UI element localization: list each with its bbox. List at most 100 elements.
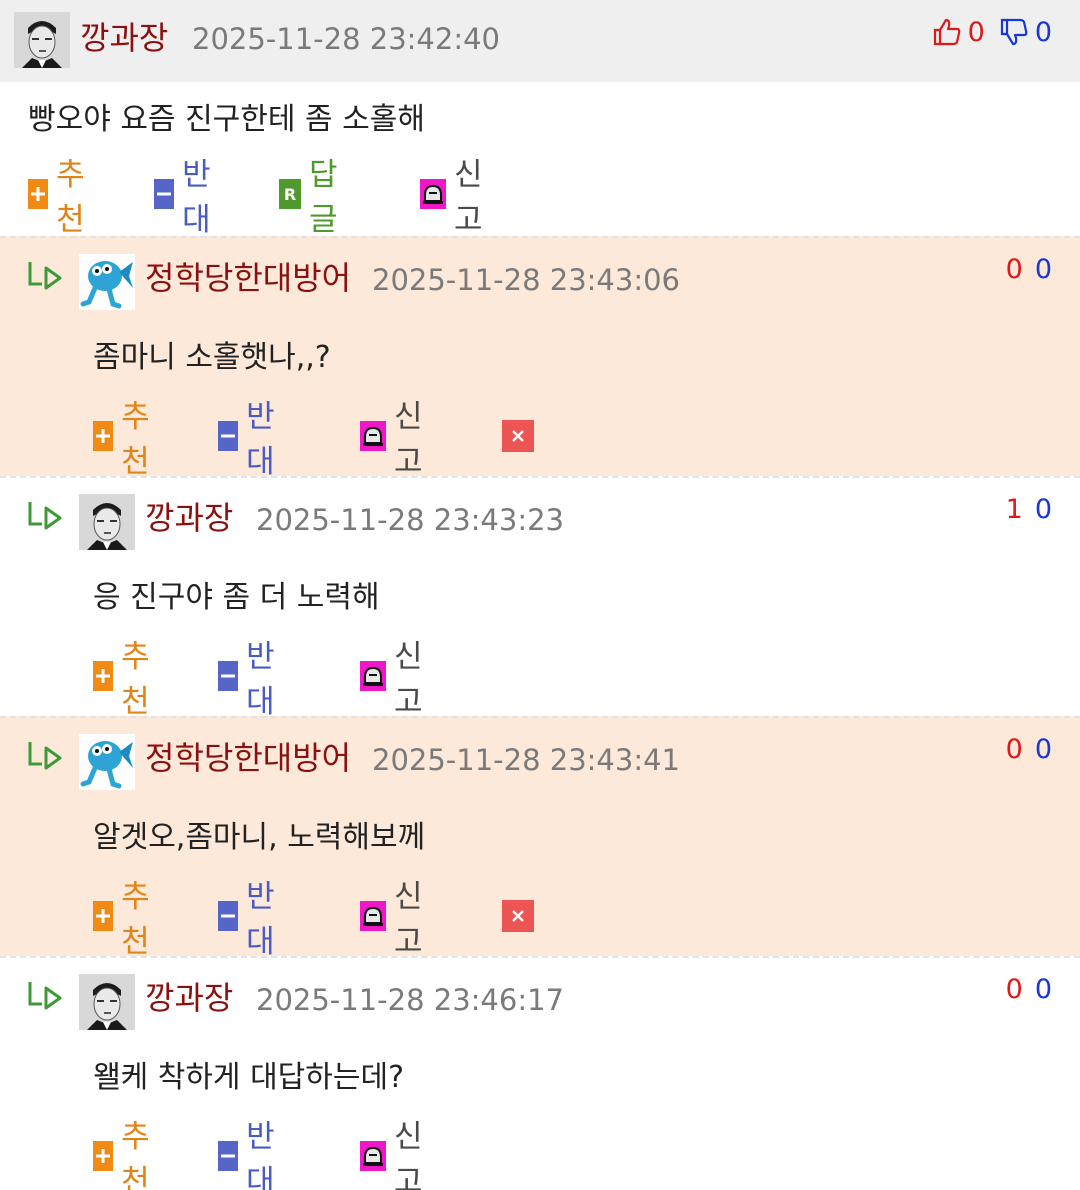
reply-author[interactable]: 깡과장 xyxy=(145,978,233,1018)
vote-counts: 00 xyxy=(1006,972,1052,1008)
minus-icon xyxy=(218,421,239,451)
siren-icon xyxy=(360,901,386,931)
oppose-button[interactable]: 반대 xyxy=(218,399,285,480)
recommend-button[interactable]: 추천 xyxy=(93,399,160,480)
thumbs-up-icon[interactable] xyxy=(932,17,962,47)
oppose-button[interactable]: 반대 xyxy=(218,879,285,960)
down-count: 0 xyxy=(1034,494,1052,525)
siren-icon xyxy=(360,661,386,691)
reply-comment: 깡과장 2025-11-28 23:46:17 0 0 왤케 착하게 대답하는데? 추천 반… xyxy=(0,956,1080,1190)
reply-arrow-icon xyxy=(28,982,62,1010)
oppose-button[interactable]: 반대 xyxy=(218,1119,285,1190)
recommend-label: 추천 xyxy=(56,157,85,238)
report-label: 신고 xyxy=(394,1119,423,1190)
reply-body: 알겟오,좀마니, 노력해보께 xyxy=(93,820,426,855)
oppose-label: 반대 xyxy=(246,639,275,720)
report-button[interactable]: 신고 xyxy=(360,1119,427,1190)
comment-thread: 깡과장 2025-11-28 23:42:40 0 0 빵오야 요즘 진구한테 … xyxy=(0,0,1080,1190)
vote-counts: 10 xyxy=(1006,492,1052,528)
delete-button[interactable] xyxy=(502,894,534,938)
report-button[interactable]: 신고 xyxy=(420,157,487,238)
comment-timestamp: 2025-11-28 23:42:40 xyxy=(192,22,500,56)
reply-comment: 정학당한대방어 2025-11-28 23:43:06 0 0 좀마니 소홀햇나,,? 추… xyxy=(0,236,1080,480)
recommend-button[interactable]: 추천 xyxy=(93,639,160,720)
recommend-button[interactable]: 추천 xyxy=(93,879,160,960)
reply-author[interactable]: 깡과장 xyxy=(145,498,233,538)
reply-comment: 정학당한대방어 2025-11-28 23:43:41 0 0 알겟오,좀마니, 노력해… xyxy=(0,716,1080,960)
vote-counts: 00 xyxy=(1006,252,1052,288)
reply-comment: 깡과장 2025-11-28 23:43:23 1 0 응 진구야 좀 더 노력해추천 반… xyxy=(0,476,1080,720)
plus-icon xyxy=(93,421,114,451)
comment-header: 깡과장 2025-11-28 23:42:40 0 0 xyxy=(0,0,1080,82)
recommend-button[interactable]: 추천 xyxy=(93,1119,160,1190)
reply-arrow-icon xyxy=(28,502,62,530)
minus-icon xyxy=(218,661,239,691)
close-icon xyxy=(502,420,534,452)
reply-timestamp: 2025-11-28 23:43:06 xyxy=(372,263,680,297)
reply-label: 답글 xyxy=(309,157,338,238)
recommend-label: 추천 xyxy=(121,399,150,480)
reply-r-icon: R xyxy=(279,179,301,209)
down-count: 0 xyxy=(1034,16,1052,48)
oppose-label: 반대 xyxy=(246,1119,275,1190)
blue-fish-avatar[interactable] xyxy=(79,254,135,310)
reply-timestamp: 2025-11-28 23:46:17 xyxy=(256,983,564,1017)
oppose-label: 반대 xyxy=(246,879,275,960)
vote-counts: 00 xyxy=(1006,732,1052,768)
oppose-button[interactable]: 반대 xyxy=(154,157,221,238)
up-count: 0 xyxy=(1005,974,1023,1005)
report-button[interactable]: 신고 xyxy=(360,399,427,480)
reply-timestamp: 2025-11-28 23:43:41 xyxy=(372,743,680,777)
minus-icon xyxy=(218,1141,239,1171)
reply-author[interactable]: 정학당한대방어 xyxy=(145,738,351,778)
siren-icon xyxy=(360,421,386,451)
comment-body: 빵오야 요즘 진구한테 좀 소홀해 xyxy=(28,102,425,137)
report-label: 신고 xyxy=(394,639,423,720)
up-count: 0 xyxy=(1005,734,1023,765)
plus-icon xyxy=(93,901,114,931)
up-count: 1 xyxy=(1005,494,1023,525)
report-button[interactable]: 신고 xyxy=(360,639,427,720)
report-label: 신고 xyxy=(454,157,483,238)
reply-author[interactable]: 정학당한대방어 xyxy=(145,258,351,298)
recommend-label: 추천 xyxy=(121,879,150,960)
delete-button[interactable] xyxy=(502,414,534,458)
reply-arrow-icon xyxy=(28,742,62,770)
man-photo-avatar[interactable] xyxy=(79,494,135,550)
svg-text:R: R xyxy=(284,185,296,204)
plus-icon xyxy=(93,661,114,691)
recommend-label: 추천 xyxy=(121,639,150,720)
siren-icon xyxy=(360,1141,386,1171)
reply-button[interactable]: R 답글 xyxy=(279,157,346,238)
minus-icon xyxy=(218,901,239,931)
reply-arrow-icon xyxy=(28,262,62,290)
close-icon xyxy=(502,900,534,932)
comment-author[interactable]: 깡과장 xyxy=(80,18,168,58)
minus-icon xyxy=(154,179,175,209)
plus-icon xyxy=(28,179,49,209)
report-label: 신고 xyxy=(394,879,423,960)
up-count: 0 xyxy=(967,16,985,48)
thumbs-down-icon[interactable] xyxy=(999,17,1029,47)
plus-icon xyxy=(93,1141,114,1171)
top-comment: 깡과장 2025-11-28 23:42:40 0 0 빵오야 요즘 진구한테 … xyxy=(0,0,1080,238)
reply-body: 왤케 착하게 대답하는데? xyxy=(93,1060,404,1095)
blue-fish-avatar[interactable] xyxy=(79,734,135,790)
recommend-button[interactable]: 추천 xyxy=(28,157,95,238)
report-button[interactable]: 신고 xyxy=(360,879,427,960)
oppose-label: 반대 xyxy=(182,157,211,238)
oppose-button[interactable]: 반대 xyxy=(218,639,285,720)
down-count: 0 xyxy=(1034,734,1052,765)
vote-counts: 0 0 xyxy=(932,14,1052,50)
reply-body: 좀마니 소홀햇나,,? xyxy=(93,340,331,375)
oppose-label: 반대 xyxy=(246,399,275,480)
recommend-label: 추천 xyxy=(121,1119,150,1190)
report-label: 신고 xyxy=(394,399,423,480)
man-photo-avatar[interactable] xyxy=(14,12,70,68)
siren-icon xyxy=(420,179,446,209)
man-photo-avatar[interactable] xyxy=(79,974,135,1030)
down-count: 0 xyxy=(1034,974,1052,1005)
reply-body: 응 진구야 좀 더 노력해 xyxy=(93,580,380,615)
reply-timestamp: 2025-11-28 23:43:23 xyxy=(256,503,564,537)
up-count: 0 xyxy=(1005,254,1023,285)
